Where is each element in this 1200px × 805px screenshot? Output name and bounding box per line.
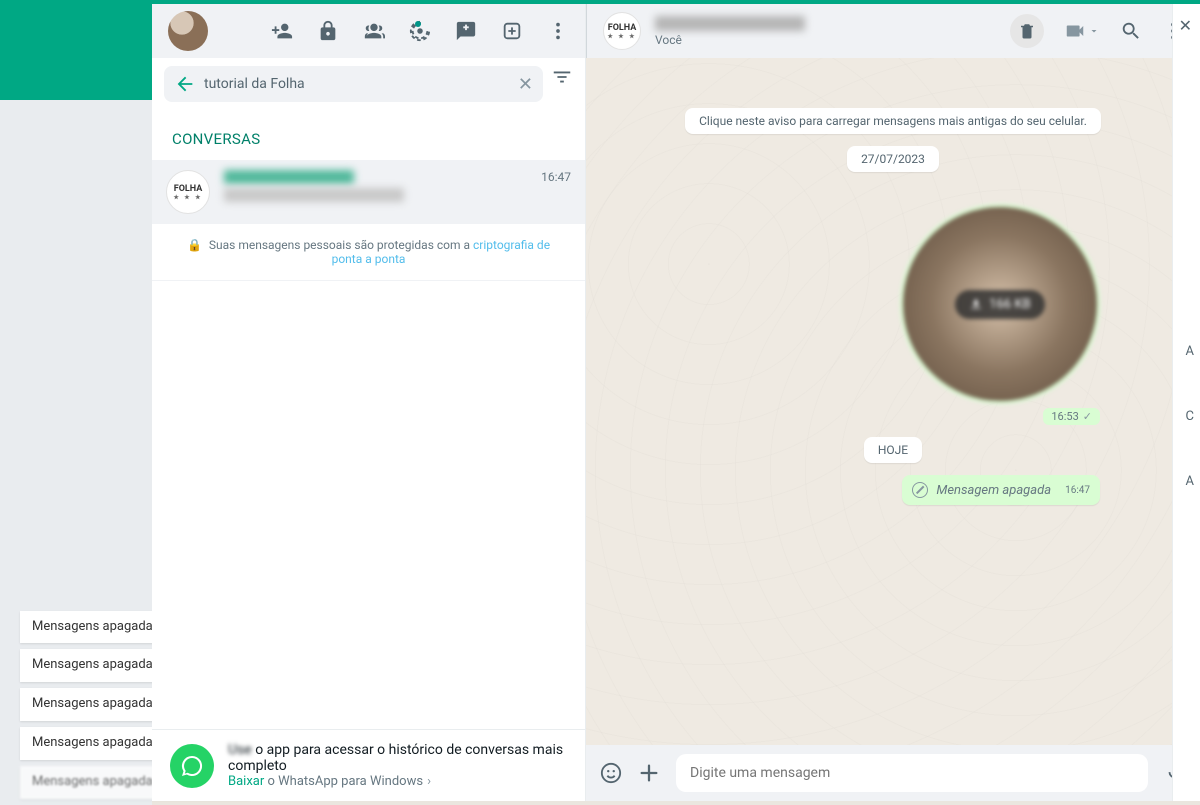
deleted-message: Mensagem apagada 16:47 <box>902 475 1100 505</box>
close-icon[interactable]: ✕ <box>1179 16 1192 35</box>
chat-list-panel: ✕ CONVERSAS FOLHA★ ★ ★ 16:47 🔒 Suas mens… <box>152 4 586 801</box>
communities-icon[interactable] <box>363 20 385 42</box>
lock-small-icon: 🔒 <box>187 238 202 252</box>
message-meta: 16:53✓ <box>1043 408 1100 425</box>
chat-header: FOLHA★ ★ ★ Você <box>586 4 1200 58</box>
chat-input-bar <box>586 745 1200 801</box>
load-more-pill[interactable]: Clique neste aviso para carregar mensage… <box>685 108 1101 134</box>
chat-preview-blurred <box>224 188 404 202</box>
search-input-box[interactable]: ✕ <box>164 66 543 102</box>
clear-search-icon[interactable]: ✕ <box>518 74 533 95</box>
encryption-notice: 🔒 Suas mensagens pessoais são protegidas… <box>152 224 585 281</box>
menu-icon[interactable] <box>547 20 569 42</box>
banner-sub: Baixar o WhatsApp para Windows› <box>228 774 567 789</box>
side-drawer-edge: ✕ A C A <box>1172 4 1200 801</box>
search-chat-icon[interactable] <box>1120 20 1142 42</box>
chat-list-item[interactable]: FOLHA★ ★ ★ 16:47 <box>152 160 585 224</box>
emoji-icon[interactable] <box>600 762 622 784</box>
chat-title-blurred <box>224 170 354 184</box>
new-contact-icon[interactable] <box>271 20 293 42</box>
chat-header-avatar[interactable]: FOLHA★ ★ ★ <box>603 12 641 50</box>
date-pill: HOJE <box>864 437 922 463</box>
profile-avatar[interactable] <box>168 11 208 51</box>
chat-header-title-blurred <box>655 16 805 31</box>
status-icon[interactable] <box>409 20 431 42</box>
channels-icon[interactable] <box>501 20 523 42</box>
search-row: ✕ <box>152 58 585 110</box>
media-message[interactable]: 166 KB 16:53✓ <box>900 204 1100 425</box>
section-label: CONVERSAS <box>152 110 585 160</box>
prohibited-icon <box>912 482 928 498</box>
chat-time: 16:47 <box>541 170 571 214</box>
chat-avatar: FOLHA★ ★ ★ <box>166 170 210 214</box>
desktop-app-banner[interactable]: Use o app para acessar o histórico de co… <box>152 729 585 801</box>
video-call-icon[interactable] <box>1064 20 1100 42</box>
new-chat-icon[interactable] <box>455 20 477 42</box>
left-rail-brand <box>0 4 152 100</box>
search-input[interactable] <box>196 76 518 92</box>
chat-header-sub: Você <box>655 33 996 47</box>
banner-title: Use o app para acessar o histórico de co… <box>228 742 567 774</box>
download-badge[interactable]: 166 KB <box>955 290 1044 319</box>
attach-icon[interactable] <box>638 762 660 784</box>
whatsapp-icon <box>170 744 214 788</box>
chat-panel: FOLHA★ ★ ★ Você Clique neste aviso para … <box>586 4 1200 801</box>
arrow-back-icon[interactable] <box>174 73 196 95</box>
date-pill: 27/07/2023 <box>847 146 939 172</box>
filter-icon[interactable] <box>551 66 573 88</box>
delete-icon[interactable] <box>1010 14 1044 48</box>
left-rail: Mensagens apagadas restauradas Mensagens… <box>0 4 152 805</box>
message-input[interactable] <box>690 765 1134 781</box>
panel-header <box>152 4 585 58</box>
lock-icon[interactable] <box>317 20 339 42</box>
message-input-field[interactable] <box>676 754 1148 792</box>
chat-body: Clique neste aviso para carregar mensage… <box>586 58 1200 745</box>
